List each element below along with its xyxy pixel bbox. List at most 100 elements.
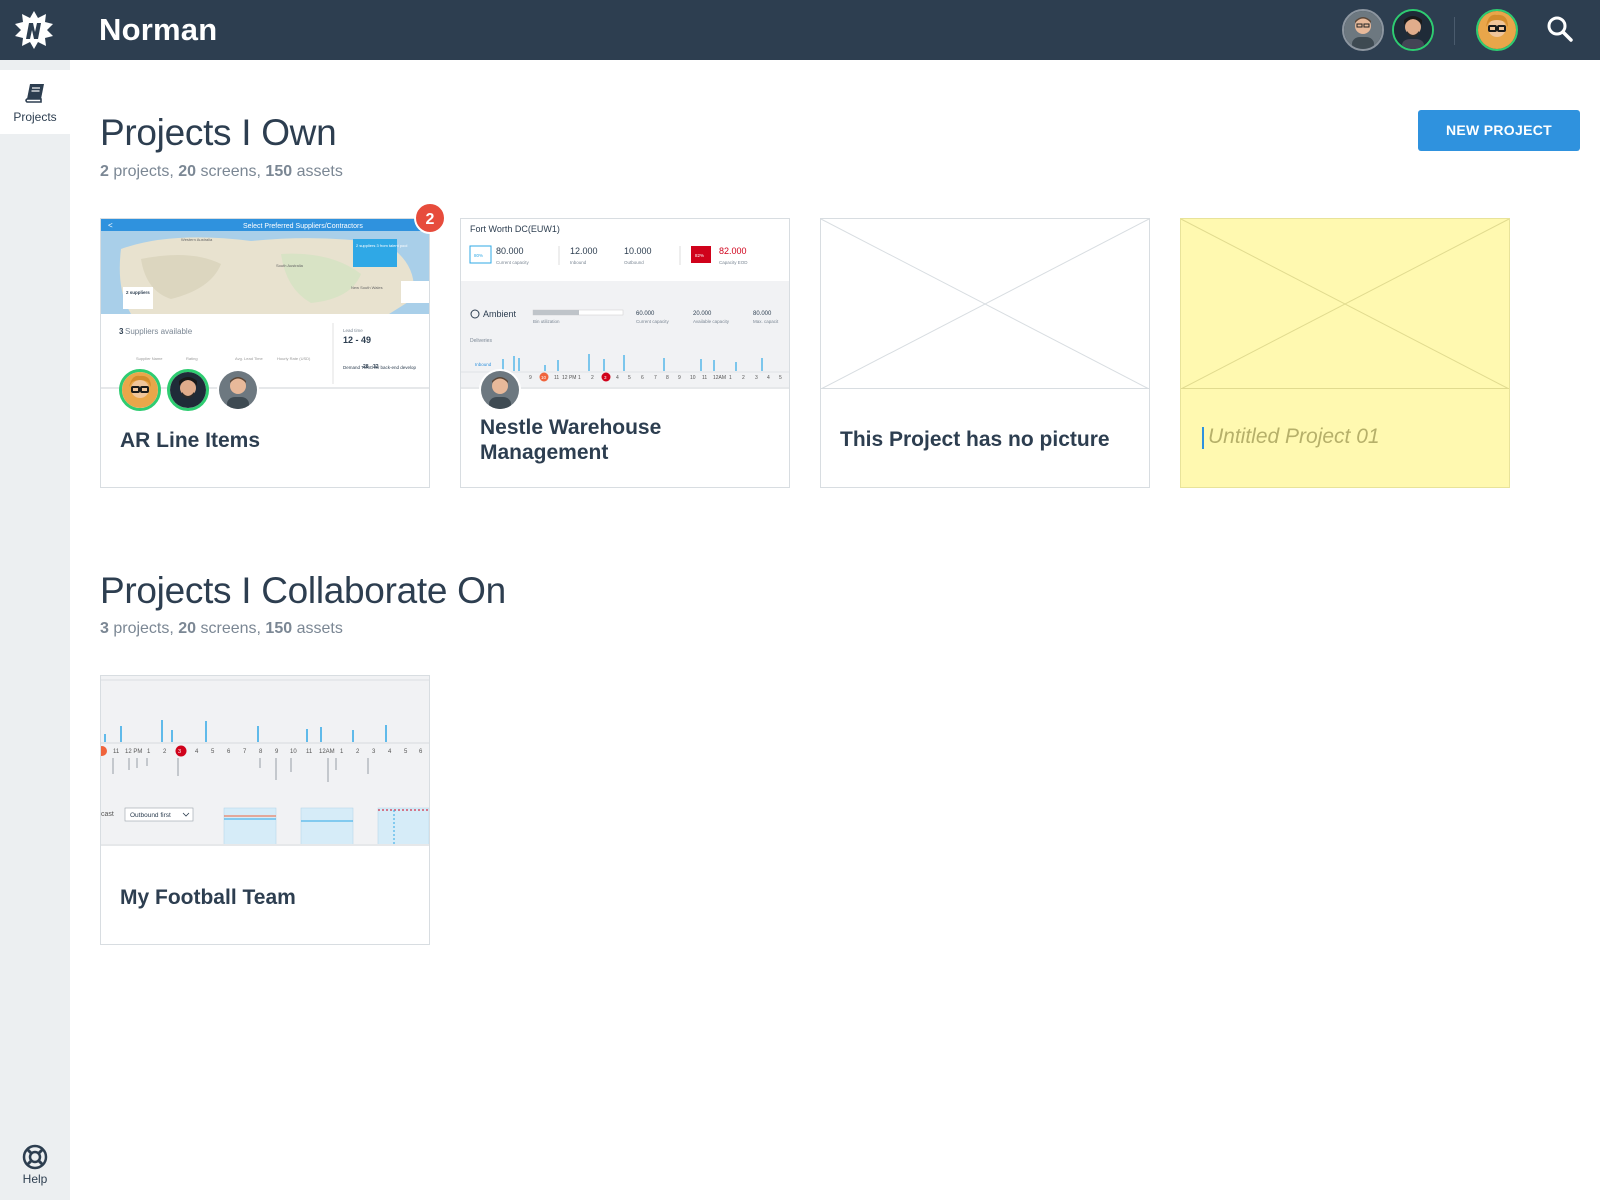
notification-badge: 2 — [414, 202, 446, 234]
project-card-untitled[interactable]: Untitled Project 01 — [1180, 218, 1510, 488]
user-avatar-2[interactable] — [1392, 9, 1434, 51]
app-title: Norman — [99, 12, 218, 47]
sidebar-item-label: Projects — [13, 110, 57, 124]
svg-text:Available capacity: Available capacity — [693, 319, 730, 324]
svg-text:Inbound: Inbound — [475, 362, 492, 367]
svg-text:12 PM: 12 PM — [125, 749, 142, 755]
svg-text:<: < — [108, 221, 113, 230]
collaborator-avatar[interactable] — [119, 369, 161, 411]
svg-text:Lead time: Lead time — [343, 328, 363, 333]
project-title[interactable]: This Project has no picture — [840, 427, 1110, 452]
svg-text:Current capacity: Current capacity — [636, 319, 670, 324]
text-cursor — [1202, 427, 1204, 449]
svg-text:1: 1 — [578, 375, 581, 381]
svg-text:11: 11 — [702, 375, 707, 381]
svg-text:60.000: 60.000 — [636, 311, 655, 317]
svg-text:Inbound: Inbound — [570, 260, 587, 265]
svg-text:9: 9 — [529, 375, 532, 381]
project-card-my-football-team[interactable]: 11 12 PM 1 2 4 5 6 7 8 9 10 11 12AM 1 2 … — [100, 675, 430, 945]
svg-text:82.000: 82.000 — [719, 246, 747, 256]
sidebar-item-projects[interactable]: Projects — [0, 70, 70, 134]
collaborator-avatar[interactable] — [217, 369, 259, 411]
owned-stats: 2 projects, 20 screens, 150 assets — [100, 163, 343, 180]
sidebar-item-help[interactable]: Help — [0, 1140, 70, 1204]
owned-section-title: Projects I Own — [100, 112, 337, 153]
svg-text:Rating: Rating — [186, 356, 198, 361]
current-user-avatar[interactable] — [1476, 9, 1518, 51]
project-title[interactable]: Nestle Warehouse Management — [480, 415, 780, 465]
svg-text:82%: 82% — [695, 253, 704, 258]
svg-text:5: 5 — [628, 375, 631, 381]
svg-text:7: 7 — [654, 375, 657, 381]
collaborator-avatar[interactable] — [479, 369, 521, 411]
svg-text:6: 6 — [641, 375, 644, 381]
project-thumbnail: < Select Preferred Suppliers/Contractors… — [101, 219, 429, 389]
svg-text:Outbound: Outbound — [624, 260, 644, 265]
svg-text:80.000: 80.000 — [753, 311, 772, 317]
empty-thumbnail-icon — [1181, 219, 1509, 389]
project-card-no-picture[interactable]: This Project has no picture — [820, 218, 1150, 488]
norman-logo-icon[interactable] — [14, 10, 54, 50]
project-title-input[interactable]: Untitled Project 01 — [1208, 425, 1380, 449]
collab-section-title: Projects I Collaborate On — [100, 570, 506, 611]
top-bar-divider — [1454, 17, 1455, 45]
sidebar-item-label: Help — [22, 1172, 48, 1186]
svg-text:2: 2 — [742, 375, 745, 381]
svg-text:8: 8 — [666, 375, 669, 381]
svg-text:12AM: 12AM — [319, 749, 335, 755]
svg-text:Fort Worth DC(EUW1): Fort Worth DC(EUW1) — [470, 224, 560, 234]
search-icon[interactable] — [1545, 14, 1575, 44]
lifebuoy-icon — [22, 1144, 48, 1170]
new-project-button[interactable]: NEW PROJECT — [1418, 110, 1580, 151]
svg-text:Bin utilization: Bin utilization — [533, 319, 560, 324]
svg-text:1: 1 — [729, 375, 732, 381]
svg-text:9: 9 — [678, 375, 681, 381]
project-title[interactable]: AR Line Items — [120, 428, 260, 453]
svg-text:Ambient: Ambient — [483, 309, 517, 319]
project-card-nestle-warehouse[interactable]: Fort Worth DC(EUW1) 80% 80.000 Current c… — [460, 218, 790, 488]
svg-text:2 suppliers 3 from talent pool: 2 suppliers 3 from talent pool — [356, 243, 407, 248]
svg-text:10: 10 — [290, 749, 297, 755]
sidebar: Projects Help — [0, 60, 70, 1200]
collab-stats: 3 projects, 20 screens, 150 assets — [100, 620, 343, 637]
svg-text:3: 3 — [755, 375, 758, 381]
svg-text:Demand Trend for back-end deve: Demand Trend for back-end develop — [343, 365, 417, 370]
svg-text:12AM: 12AM — [713, 375, 726, 381]
svg-text:12.000: 12.000 — [570, 246, 598, 256]
book-icon — [25, 84, 44, 103]
project-thumbnail: 11 12 PM 1 2 4 5 6 7 8 9 10 11 12AM 1 2 … — [101, 676, 429, 846]
project-title[interactable]: My Football Team — [120, 885, 296, 910]
svg-text:11: 11 — [306, 749, 313, 755]
svg-text:80%: 80% — [474, 253, 483, 258]
svg-text:Outbound first: Outbound first — [130, 812, 171, 819]
svg-text:10: 10 — [541, 375, 547, 380]
project-card-ar-line-items[interactable]: < Select Preferred Suppliers/Contractors… — [100, 218, 430, 488]
svg-text:10: 10 — [690, 375, 696, 381]
collaborator-avatar[interactable] — [167, 369, 209, 411]
svg-text:Max. capacit: Max. capacit — [753, 319, 779, 324]
project-thumbnail: Fort Worth DC(EUW1) 80% 80.000 Current c… — [461, 219, 789, 389]
thumb-header-text: Select Preferred Suppliers/Contractors — [243, 223, 363, 230]
svg-text:2: 2 — [591, 375, 594, 381]
svg-text:Capacity EOD: Capacity EOD — [719, 260, 748, 265]
svg-text:Current capacity: Current capacity — [496, 260, 530, 265]
svg-text:10.000: 10.000 — [624, 246, 652, 256]
svg-text:Avg. Lead Time: Avg. Lead Time — [235, 356, 263, 361]
svg-text:5: 5 — [779, 375, 782, 381]
svg-text:4: 4 — [616, 375, 619, 381]
user-avatar-1[interactable] — [1342, 9, 1384, 51]
svg-text:11: 11 — [113, 749, 120, 755]
svg-text:Western Australia: Western Australia — [181, 237, 213, 242]
svg-text:11: 11 — [554, 375, 559, 381]
svg-text:South Australia: South Australia — [276, 263, 304, 268]
svg-text:80.000: 80.000 — [496, 246, 524, 256]
svg-text:Suppliers available: Suppliers available — [125, 327, 193, 336]
svg-text:Hourly Rate (USD): Hourly Rate (USD) — [277, 356, 311, 361]
svg-text:Deliveries: Deliveries — [470, 338, 492, 344]
svg-text:20.000: 20.000 — [693, 311, 712, 317]
svg-text:4: 4 — [767, 375, 770, 381]
svg-text:12 PM: 12 PM — [562, 375, 576, 381]
empty-thumbnail-icon — [821, 219, 1149, 389]
svg-text:12 - 49: 12 - 49 — [343, 335, 371, 345]
svg-text:Supplier Name: Supplier Name — [136, 356, 163, 361]
